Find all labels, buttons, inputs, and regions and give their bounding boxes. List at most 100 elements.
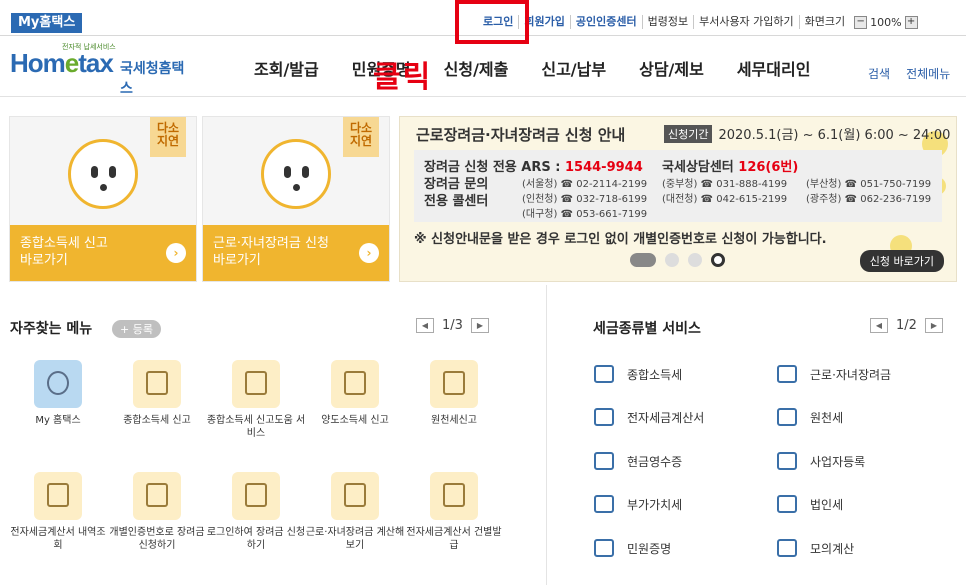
tax-item-e-invoice[interactable]: 전자세금계산서 (591, 406, 704, 428)
face-icon (68, 139, 138, 209)
nav-item-inquiry[interactable]: 조회/발급 (254, 56, 319, 80)
nav-item-consult[interactable]: 상담/제보 (639, 56, 704, 80)
nav-item-report[interactable]: 신고/납부 (541, 56, 606, 80)
ars-line: 장려금 신청 전용 ARS : 1544-9944 (424, 160, 643, 175)
add-menu-button[interactable]: + 등록 (112, 320, 161, 338)
zoom-out-button[interactable]: − (854, 15, 868, 29)
screen-size-label: 화면크기 (798, 15, 850, 29)
zoom-in-button[interactable]: + (904, 15, 918, 29)
logo-name: 국세청홈택스 (120, 61, 185, 97)
search-link[interactable]: 검색 (868, 65, 890, 82)
apply-button[interactable]: 신청 바로가기 (859, 250, 944, 272)
inquiry-label: 장려금 문의 전용 콜센터 (424, 177, 489, 209)
click-annotation: 클릭 (373, 60, 433, 95)
tax-type-pager: ◀ 1/2 ▶ (870, 318, 943, 333)
document-icon (232, 360, 280, 408)
delay-tag: 다소 지연 (150, 117, 186, 157)
tax-item-cash-receipt[interactable]: 현금영수증 (591, 450, 682, 472)
card-label: 종합소득세 신고 바로가기 › (10, 225, 196, 281)
person-icon (774, 450, 800, 472)
main-nav: 조회/발급 민원증명 신청/제출 신고/납부 상담/제보 세무대리인 (254, 56, 843, 80)
incentive-banner[interactable]: 근로장려금·자녀장려금 신청 안내 신청기간 2020.5.1(금) ~ 6.1… (399, 116, 957, 282)
quick-item-transfer-tax[interactable]: 양도소득세 신고 (305, 360, 405, 427)
quick-item-login-apply[interactable]: 로그인하여 장려금 신청하기 (206, 472, 306, 552)
nav-right-links: 검색 전체메뉴 (868, 65, 950, 82)
section-divider (546, 285, 547, 585)
phone-gwangju: (광주청) ☎ 062-236-7199 (806, 194, 932, 205)
receipt-icon (591, 450, 617, 472)
tax-item-biz-reg[interactable]: 사업자등록 (774, 450, 865, 472)
phone-busan: (부산청) ☎ 051-750-7199 (806, 179, 932, 190)
phone-daegu: (대구청) ☎ 053-661-7199 (522, 209, 648, 220)
tax-item-income[interactable]: 종합소득세 (591, 363, 682, 385)
heart-icon (331, 472, 379, 520)
card-incentive[interactable]: 다소 지연 근로·자녀장려금 신청 바로가기 › (202, 116, 390, 282)
tax-item-incentive[interactable]: 근로·자녀장려금 (774, 363, 891, 385)
invoice-icon (591, 406, 617, 428)
phone-seoul: (서울청) ☎ 02-2114-2199 (522, 179, 648, 190)
quick-item-my-hometax[interactable]: My 홈택스 (8, 360, 108, 427)
tax-item-corp[interactable]: 법인세 (774, 493, 843, 515)
phone-jungbu: (중부청) ☎ 031-888-4199 (662, 179, 788, 190)
nav-item-apply[interactable]: 신청/제출 (444, 56, 509, 80)
heart-icon (133, 472, 181, 520)
tax-item-withholding[interactable]: 원천세 (774, 406, 843, 428)
slide-dot[interactable] (630, 253, 656, 267)
search-document-icon (34, 472, 82, 520)
face-icon (261, 139, 331, 209)
heart-icon (774, 363, 800, 385)
nav-item-agent[interactable]: 세무대리인 (737, 56, 811, 80)
won-bag-icon (591, 363, 617, 385)
card-income-tax[interactable]: 다소 지연 종합소득세 신고 바로가기 › (9, 116, 197, 282)
center-line: 국세상담센터 126(6번) (662, 160, 799, 175)
user-icon (34, 360, 82, 408)
calendar-icon (430, 360, 478, 408)
freq-menu-title: 자주찾는 메뉴 (10, 321, 93, 337)
quick-item-invoice-issue[interactable]: 전자세금계산서 건별발급 (404, 472, 504, 552)
quick-item-withholding[interactable]: 원천세신고 (404, 360, 504, 427)
quick-item-calc[interactable]: 근로·자녀장려금 계산해보기 (305, 472, 405, 552)
banner-note: ※ 신청안내문을 받은 경우 로그인 없이 개별인증번호로 신청이 가능합니다. (414, 232, 827, 247)
tax-item-simulate[interactable]: 모의계산 (774, 537, 854, 559)
highlight-box (455, 0, 529, 44)
quick-item-cert-apply[interactable]: 개별인증번호로 장려금 신청하기 (107, 472, 207, 552)
tax-type-title: 세금종류별 서비스 (593, 321, 701, 337)
certificate-icon (591, 537, 617, 559)
vat-icon (591, 493, 617, 515)
quick-item-income-help[interactable]: 종합소득세 신고도움 서비스 (206, 360, 306, 440)
tax-item-civil-cert[interactable]: 민원증명 (591, 537, 671, 559)
freq-pager: ◀ 1/3 ▶ (416, 318, 489, 333)
calendar-icon (133, 360, 181, 408)
quick-item-income-tax[interactable]: 종합소득세 신고 (107, 360, 207, 427)
dept-signup-link[interactable]: 부서사용자 가입하기 (693, 15, 799, 29)
pause-icon[interactable] (711, 253, 725, 267)
document-icon (774, 406, 800, 428)
page-indicator: 1/3 (442, 318, 463, 333)
banner-title: 근로장려금·자녀장려금 신청 안내 (416, 126, 626, 144)
slide-dot[interactable] (688, 253, 702, 267)
slide-dot[interactable] (665, 253, 679, 267)
cert-center-link[interactable]: 공인인증센터 (569, 15, 642, 29)
next-page-button[interactable]: ▶ (924, 318, 943, 333)
page-indicator: 1/2 (896, 318, 917, 333)
my-hometax-badge[interactable]: My홈택스 (11, 13, 83, 33)
card-label: 근로·자녀장려금 신청 바로가기 › (203, 225, 389, 281)
prev-page-button[interactable]: ◀ (416, 318, 434, 333)
phone-incheon: (인천청) ☎ 032-718-6199 (522, 194, 648, 205)
prev-page-button[interactable]: ◀ (870, 318, 888, 333)
tax-item-vat[interactable]: 부가가치세 (591, 493, 682, 515)
arrow-right-icon: › (166, 243, 186, 263)
hometax-logo[interactable]: 전자적 납세서비스 Hometax 국세청홈택스 (10, 42, 190, 97)
calculator-icon (774, 537, 800, 559)
building-icon (774, 493, 800, 515)
house-icon (331, 360, 379, 408)
banner-pagination (630, 253, 725, 267)
law-info-link[interactable]: 법령정보 (641, 15, 693, 29)
zoom-value: 100% (870, 15, 902, 29)
next-page-button[interactable]: ▶ (470, 318, 489, 333)
quick-item-invoice-inquiry[interactable]: 전자세금계산서 내역조회 (8, 472, 108, 552)
logo-wordmark: Hometax (10, 48, 114, 78)
zoom-control: − 100% + (854, 15, 918, 29)
heart-icon (232, 472, 280, 520)
all-menu-link[interactable]: 전체메뉴 (906, 65, 950, 82)
